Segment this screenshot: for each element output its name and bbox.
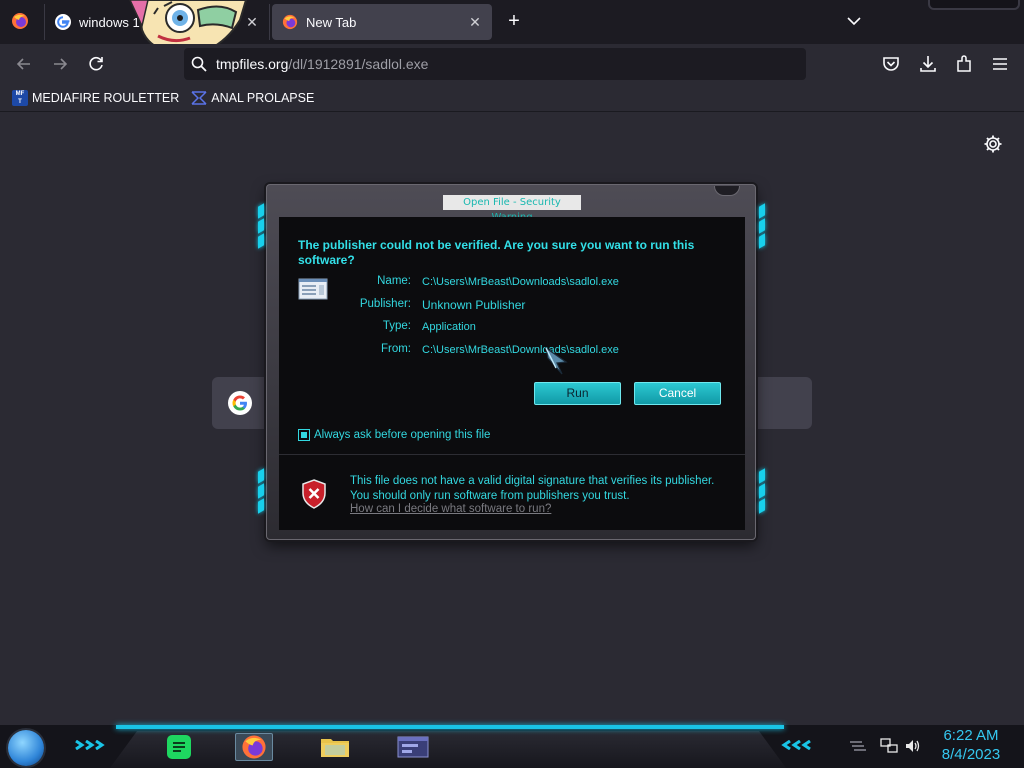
tab-title: New Tab [306,14,357,30]
taskbar-chevrons-right [781,740,811,750]
taskbar-grip-icon [850,741,866,751]
url-bar[interactable]: tmpfiles.org/dl/1912891/sadlol.exe [184,48,806,80]
window-top-decoration [928,0,1020,10]
bookmark-anal-prolapse[interactable]: ANAL PROLAPSE [191,90,314,106]
bookmark-logo-icon [191,90,207,105]
publisher-value: Unknown Publisher [422,298,526,312]
taskbar-app-window[interactable] [394,733,432,761]
firefox-icon [242,735,266,759]
firefox-icon [282,14,298,30]
warning-heading: The publisher could not be verified. Are… [298,238,695,267]
bookmark-mediafire-rouletter[interactable]: MF T MEDIAFIRE ROULETTER [12,89,180,106]
frame-lights-right-top [759,203,767,250]
app-window-icon [397,736,429,758]
name-value: C:\Users\MrBeast\Downloads\sadlol.exe [422,276,619,288]
signature-warning-text: This file does not have a valid digital … [350,475,715,502]
taskbar-chevrons-left [75,740,105,750]
extensions-icon[interactable] [953,53,975,75]
taskbar-spotify[interactable] [160,733,198,761]
run-button[interactable]: Run [534,382,621,405]
pocket-icon[interactable] [880,53,902,75]
menu-icon[interactable] [989,53,1011,75]
taskbar-center-plate [110,731,786,768]
dialog-divider [279,454,745,455]
always-ask-label[interactable]: Always ask before opening this file [314,429,490,441]
reload-icon[interactable] [85,53,107,75]
publisher-label: Publisher: [359,298,411,310]
name-label: Name: [377,275,411,287]
frame-lights-left-bottom [258,468,266,515]
search-icon [191,56,207,72]
from-label: From: [380,343,411,355]
file-explorer-icon [321,739,349,757]
cancel-button[interactable]: Cancel [634,382,721,405]
network-icon[interactable] [880,738,898,754]
frame-lights-right-bottom [759,468,767,515]
taskbar-firefox[interactable] [235,733,273,761]
tab-new-tab[interactable]: New Tab ✕ [272,4,492,40]
help-link[interactable]: How can I decide what software to run? [350,503,551,515]
downloads-icon[interactable] [917,53,939,75]
dialog-title: Open File - Security Warning [443,195,581,223]
shield-error-icon [302,479,326,509]
taskbar-file-explorer[interactable] [316,733,354,761]
from-value: C:\Users\MrBeast\Downloads\sadlol.exe [422,344,619,356]
chevron-down-icon[interactable] [844,11,864,31]
mouse-cursor-icon [545,346,568,375]
bookmark-label: MEDIAFIRE ROULETTER [32,90,180,105]
back-icon[interactable] [13,53,35,75]
volume-icon[interactable] [904,738,922,754]
type-label: Type: [382,320,411,332]
start-button[interactable] [8,730,44,766]
mediafire-icon: MF T [12,89,28,106]
clock-time[interactable]: 6:22 AM [936,727,1006,744]
firefox-icon[interactable] [11,12,29,30]
type-value: Application [422,321,476,333]
google-g-icon [55,14,71,30]
clock-date[interactable]: 8/4/2023 [936,746,1006,763]
new-tab-button[interactable]: + [503,11,525,33]
gear-icon[interactable] [983,134,1003,154]
url-host: tmpfiles.org [216,56,289,72]
spotify-icon [167,735,191,759]
always-ask-checkbox[interactable] [298,429,310,441]
url-text: tmpfiles.org/dl/1912891/sadlol.exe [216,56,428,72]
bookmark-label: ANAL PROLAPSE [211,90,315,105]
url-path: /dl/1912891/sadlol.exe [288,56,429,72]
frame-lights-left-top [258,203,266,250]
forward-icon[interactable] [49,53,71,75]
close-tab-icon[interactable]: ✕ [464,11,486,33]
taskbar-glow-line [116,725,784,729]
navigation-bar: tmpfiles.org/dl/1912891/sadlol.exe [0,44,1024,84]
google-g-icon [228,391,252,415]
bookmarks-toolbar: MF T MEDIAFIRE ROULETTER ANAL PROLAPSE [0,84,1024,112]
